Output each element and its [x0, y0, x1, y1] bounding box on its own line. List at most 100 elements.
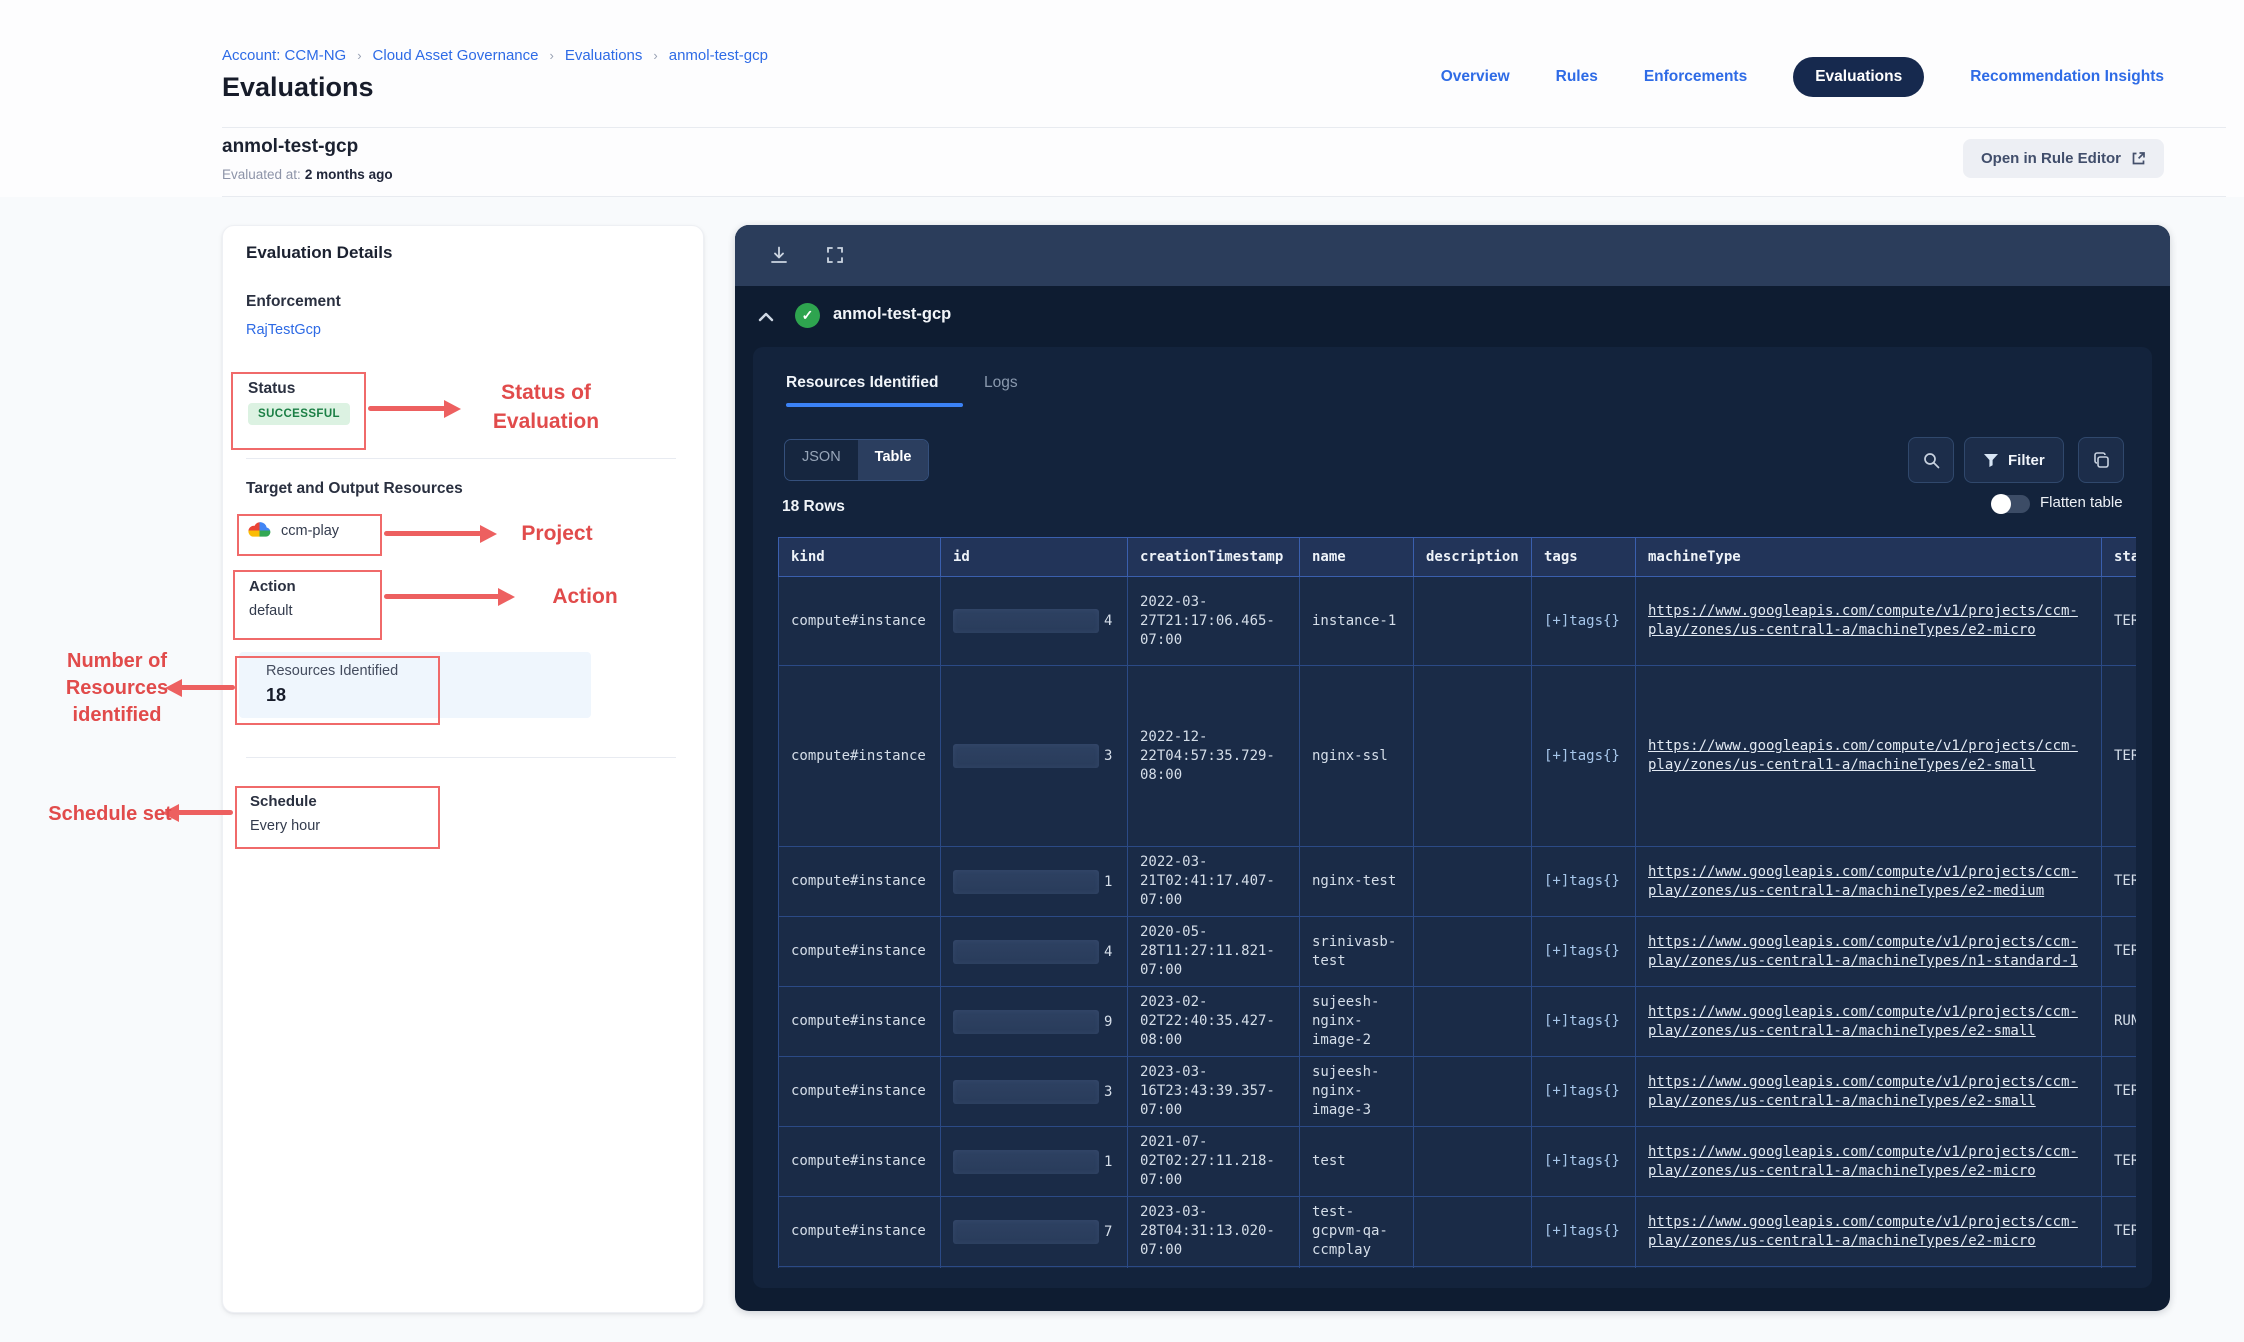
redacted-id-suffix: 7	[1104, 1224, 1112, 1240]
cell-tags[interactable]: [+]tags{}	[1532, 1127, 1636, 1197]
redacted-id-bar	[953, 1010, 1099, 1034]
cell-status: RUNNING	[2102, 987, 2137, 1057]
cell-tags[interactable]: [+]tags{}	[1532, 987, 1636, 1057]
cell-tags[interactable]: [+]tags{}	[1532, 847, 1636, 917]
cell-creation-timestamp: 2022-03-21T02:41:17.407-07:00	[1128, 847, 1300, 917]
nav-tab-recommendation-insights[interactable]: Recommendation Insights	[1970, 68, 2164, 86]
cell-status	[2102, 1267, 2137, 1269]
machine-type-link[interactable]: https://www.googleapis.com/compute/v1/pr…	[1648, 864, 2078, 899]
machine-type-link[interactable]: https://www.googleapis.com/compute/v1/pr…	[1648, 738, 2078, 773]
nav-tab-enforcements[interactable]: Enforcements	[1644, 68, 1747, 86]
breadcrumb-separator: ›	[549, 48, 553, 63]
cell-id: 9	[941, 987, 1128, 1057]
cell-name: nginx-ssl	[1300, 666, 1414, 847]
details-title: Evaluation Details	[246, 243, 392, 263]
table-head: kindidcreationTimestampnamedescriptionta…	[779, 538, 2137, 577]
cell-description	[1414, 1197, 1532, 1267]
redacted-id-bar	[953, 744, 1099, 768]
breadcrumb-item[interactable]: Cloud Asset Governance	[373, 47, 539, 64]
action-annotation-box	[233, 570, 382, 640]
open-in-rule-editor-button[interactable]: Open in Rule Editor	[1963, 139, 2164, 178]
table-header-row: kindidcreationTimestampnamedescriptionta…	[779, 538, 2137, 577]
machine-type-link[interactable]: https://www.googleapis.com/compute/v1/pr…	[1648, 603, 2078, 638]
results-toolbar	[735, 225, 2170, 286]
cell-creation-timestamp: 2022-04-	[1128, 1267, 1300, 1269]
cell-machine-type: https://www.googleapis.com/compute/v1/pr…	[1636, 1197, 2102, 1267]
table-viewport[interactable]: kindidcreationTimestampnamedescriptionta…	[778, 537, 2136, 1268]
cell-description	[1414, 577, 1532, 666]
redacted-id-bar	[953, 609, 1099, 633]
cell-description	[1414, 847, 1532, 917]
cell-machine-type: https://www.googleapis.com/compute/v1/pr…	[1636, 1127, 2102, 1197]
cell-tags	[1532, 1267, 1636, 1269]
machine-type-link[interactable]: https://www.googleapis.com/compute/v1/pr…	[1648, 1144, 2078, 1179]
search-button[interactable]	[1908, 437, 1954, 483]
download-icon[interactable]	[768, 244, 792, 268]
external-link-icon	[2131, 151, 2146, 166]
cell-tags[interactable]: [+]tags{}	[1532, 1057, 1636, 1127]
status-annotation-text: Status of Evaluation	[468, 378, 624, 436]
table-row: compute#instance32023-03-16T23:43:39.357…	[779, 1057, 2137, 1127]
cell-machine-type: https://www.googleapis.com/compute/v1/pr…	[1636, 917, 2102, 987]
action-annotation-text: Action	[535, 582, 635, 611]
cell-name: test-gcpvm-qa-ccmplay	[1300, 1197, 1414, 1267]
cell-status: TERMINATED	[2102, 577, 2137, 666]
table-row: compute#instance42022-03-27T21:17:06.465…	[779, 577, 2137, 666]
cell-description	[1414, 1057, 1532, 1127]
cell-tags[interactable]: [+]tags{}	[1532, 917, 1636, 987]
enforcement-link[interactable]: RajTestGcp	[246, 322, 321, 338]
cell-tags[interactable]: [+]tags{}	[1532, 1197, 1636, 1267]
redacted-id-suffix: 4	[1104, 944, 1112, 960]
table-row: compute#instance92023-02-02T22:40:35.427…	[779, 987, 2137, 1057]
machine-type-link[interactable]: https://www.googleapis.com/compute/v1/pr…	[1648, 1214, 2078, 1249]
cell-description	[1414, 666, 1532, 847]
nav-tab-overview[interactable]: Overview	[1441, 68, 1510, 86]
breadcrumb-item[interactable]: Evaluations	[565, 47, 643, 64]
cell-kind: compute#instance	[779, 917, 941, 987]
cell-description	[1414, 987, 1532, 1057]
redacted-id-bar	[953, 1150, 1099, 1174]
cell-machine-type: https://www.googleapis.com/compute/v1/pr…	[1636, 847, 2102, 917]
machine-type-link[interactable]: https://www.googleapis.com/compute/v1/pr…	[1648, 1004, 2078, 1039]
machine-type-link[interactable]: https://www.googleapis.com/compute/v1/pr…	[1648, 934, 2078, 969]
breadcrumb-separator: ›	[357, 48, 361, 63]
redacted-id-bar	[953, 1220, 1099, 1244]
tab-logs[interactable]: Logs	[984, 374, 1018, 392]
fullscreen-icon[interactable]	[824, 244, 848, 268]
view-toggle-json[interactable]: JSON	[785, 440, 858, 480]
cell-id: 7	[941, 1197, 1128, 1267]
table-body: compute#instance42022-03-27T21:17:06.465…	[779, 577, 2137, 1269]
cell-id: 3	[941, 1057, 1128, 1127]
nav-tab-evaluations[interactable]: Evaluations	[1793, 57, 1924, 97]
evaluated-at-label: Evaluated at:	[222, 167, 301, 182]
tab-resources-identified[interactable]: Resources Identified	[786, 374, 938, 392]
flatten-table-label: Flatten table	[2040, 494, 2123, 511]
cell-tags[interactable]: [+]tags{}	[1532, 666, 1636, 847]
breadcrumb-item[interactable]: Account: CCM-NG	[222, 47, 346, 64]
cell-machine-type: https://www.googleapis.com/compute/v1/pr…	[1636, 1267, 2102, 1269]
resources-annotation-text: Number of Resources identified	[56, 648, 178, 729]
cell-kind: compute#instance	[779, 847, 941, 917]
cell-kind: compute#instance	[779, 1057, 941, 1127]
cell-name: sujeesh-nginx-image-2	[1300, 987, 1414, 1057]
table-row: compute#instance12021-07-02T02:27:11.218…	[779, 1127, 2137, 1197]
breadcrumb-item[interactable]: anmol-test-gcp	[669, 47, 768, 64]
cell-name: test	[1300, 1127, 1414, 1197]
cell-id: 4	[941, 577, 1128, 666]
column-header-creationTimestamp: creationTimestamp	[1128, 538, 1300, 577]
flatten-table-toggle[interactable]	[1992, 495, 2030, 513]
copy-button[interactable]	[2078, 437, 2124, 483]
table-row: 2022-04- https://www.googleapis.com/compu…	[779, 1267, 2137, 1269]
cell-tags[interactable]: [+]tags{}	[1532, 577, 1636, 666]
filter-button[interactable]: Filter	[1964, 437, 2064, 483]
table-row: compute#instance12022-03-21T02:41:17.407…	[779, 847, 2137, 917]
column-header-tags: tags	[1532, 538, 1636, 577]
machine-type-link[interactable]: https://www.googleapis.com/compute/v1/pr…	[1648, 1074, 2078, 1109]
cell-name: sujeesh-nginx-image-3	[1300, 1057, 1414, 1127]
nav-tab-rules[interactable]: Rules	[1556, 68, 1598, 86]
view-toggle-table[interactable]: Table	[858, 440, 929, 480]
collapse-chevron-up-icon[interactable]	[758, 312, 774, 322]
table-row: compute#instance72023-03-28T04:31:13.020…	[779, 1197, 2137, 1267]
redacted-id-suffix: 3	[1104, 1084, 1112, 1100]
cell-kind	[779, 1267, 941, 1269]
